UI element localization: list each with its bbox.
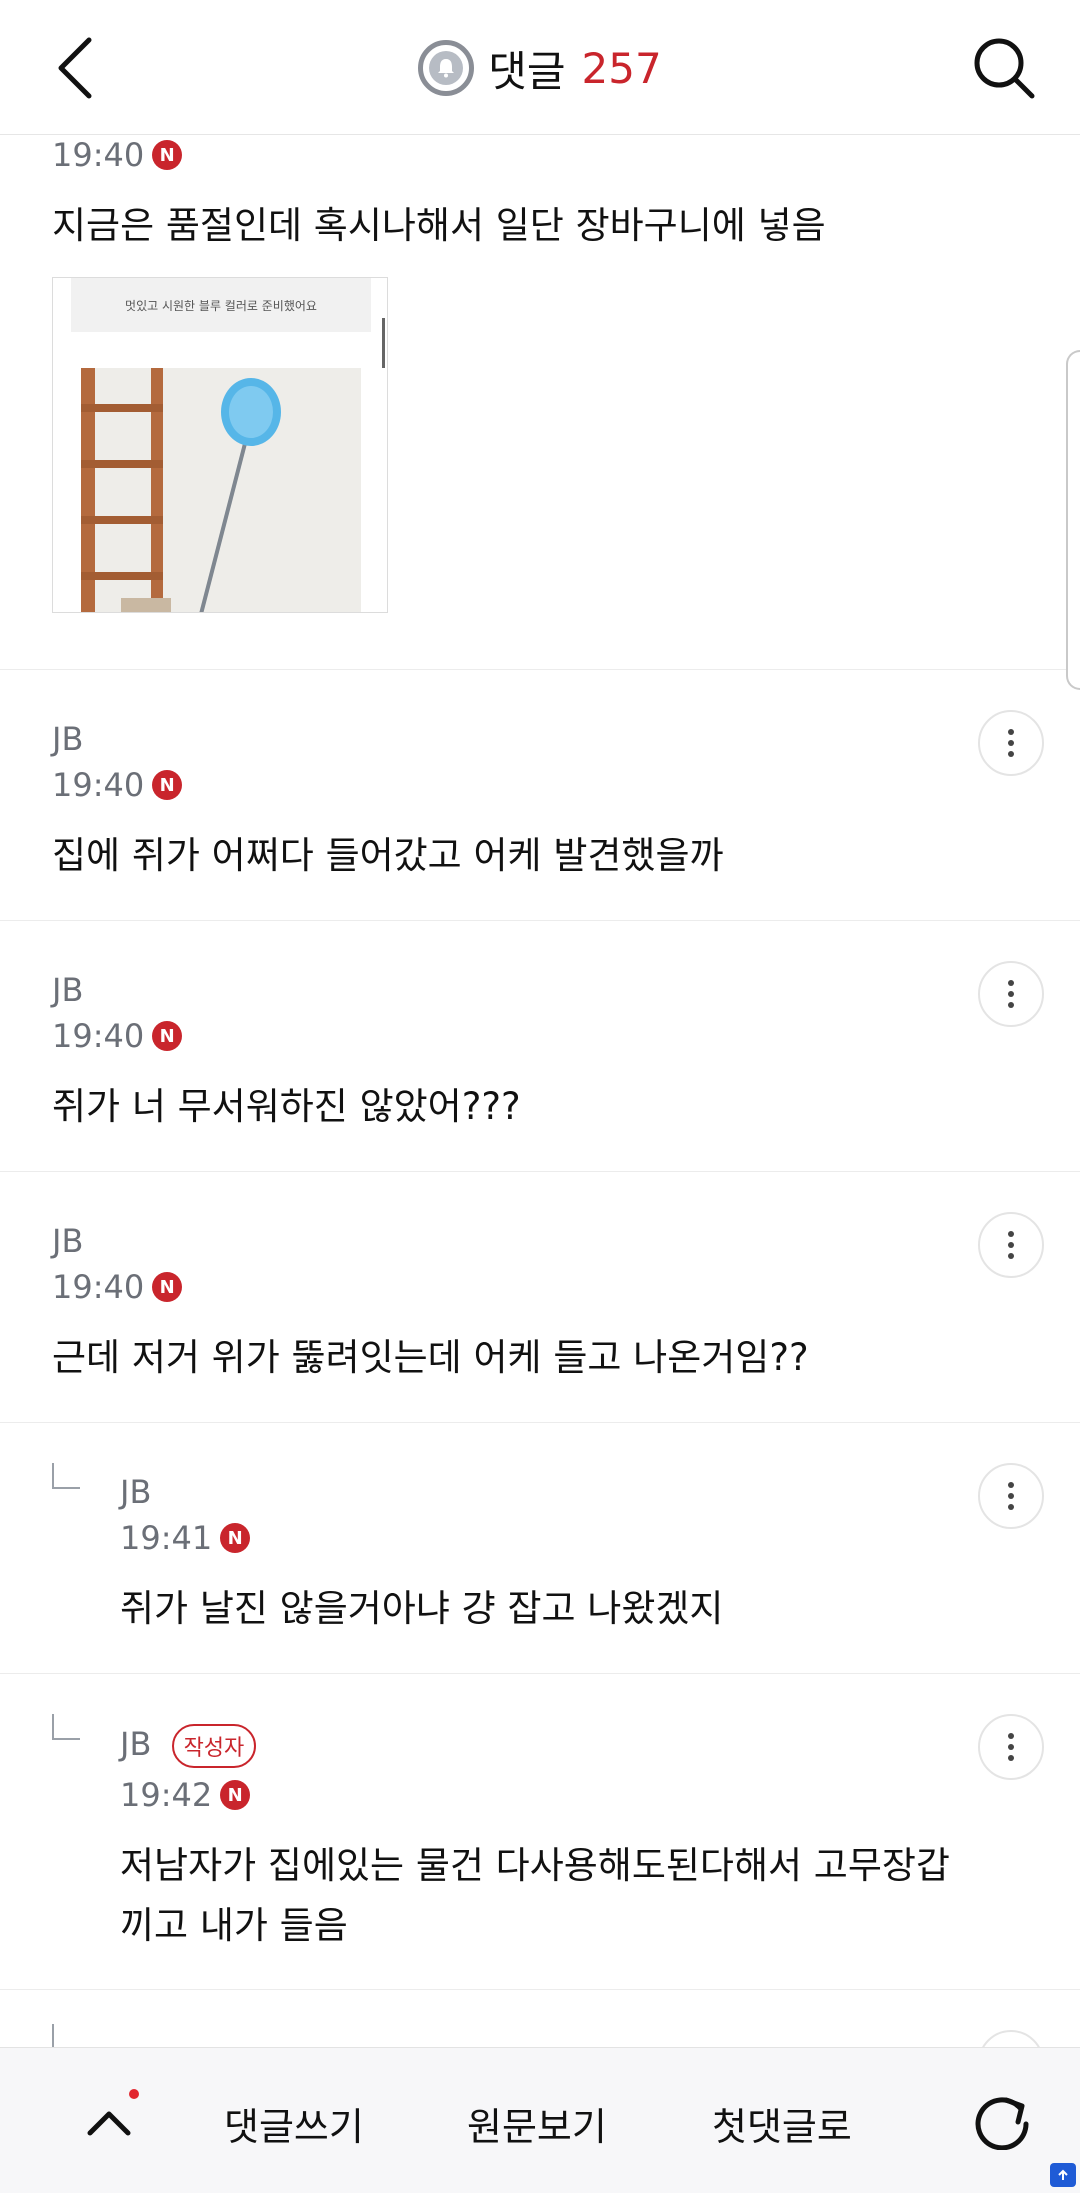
dot-icon <box>1008 1744 1014 1750</box>
notification-dot <box>129 2089 139 2099</box>
comment-meta: 19:40 N <box>52 1017 183 1055</box>
comment-author: JB <box>120 1725 152 1763</box>
top-app-bar: 댓글 257 <box>0 0 1080 135</box>
image-caption: 멋있고 시원한 블루 컬러로 준비했어요 <box>71 278 371 332</box>
comment-item: JB 19:40 N 근데 저거 위가 뚫려잇는데 어케 들고 나온거임?? <box>0 1172 1080 1423</box>
comment-author: JB <box>120 1473 152 1511</box>
comment-text: 근데 저거 위가 뚫려잇는데 어케 들고 나온거임?? <box>52 1336 809 1379</box>
dot-icon <box>1008 1733 1014 1739</box>
more-options-button[interactable] <box>978 1714 1044 1780</box>
comment-meta: 19:42 N <box>120 1776 251 1814</box>
dot-icon <box>1008 740 1014 746</box>
comment-text: 쥐가 너 무서워하진 않았어??? <box>52 1085 521 1128</box>
comment-author: JB <box>52 720 84 758</box>
comment-time: 19:40 <box>52 1017 145 1055</box>
new-badge: N <box>152 1272 183 1302</box>
comment-item: JB 19:40 N 집에 쥐가 어쩌다 들어갔고 어케 발견했을까 <box>0 670 1080 921</box>
product-photo <box>81 368 361 612</box>
first-comment-button[interactable]: 첫댓글로 <box>712 2096 852 2151</box>
dot-icon <box>1008 980 1014 986</box>
comment-text-line: 끼고 내가 들음 <box>120 1904 348 1947</box>
reply-item: JB 작성자 19:42 N 저남자가 집에있는 물건 다사용해도된다해서 고무… <box>0 1674 1080 1990</box>
dot-icon <box>1008 1002 1014 1008</box>
bottom-action-bar: 댓글쓰기 원문보기 첫댓글로 <box>0 2047 1080 2193</box>
comment-text: 쥐가 날진 않을거아냐 걍 잡고 나왔겠지 <box>120 1587 724 1630</box>
new-badge: N <box>152 1021 183 1051</box>
comment-image[interactable]: 멋있고 시원한 블루 컬러로 준비했어요 <box>52 277 388 613</box>
more-options-button[interactable] <box>978 1463 1044 1529</box>
new-badge: N <box>220 1523 251 1553</box>
dot-icon <box>1008 1482 1014 1488</box>
dot-icon <box>1008 1493 1014 1499</box>
reply-indicator-icon <box>52 2024 54 2047</box>
refresh-button[interactable] <box>966 2084 1038 2156</box>
comment-text: 집에 쥐가 어쩌다 들어갔고 어케 발견했을까 <box>52 834 724 877</box>
author-badge: 작성자 <box>171 1724 257 1768</box>
dot-icon <box>1008 1231 1014 1237</box>
search-button[interactable] <box>966 30 1042 106</box>
share-icon[interactable] <box>1050 2163 1076 2187</box>
comment-author: JB <box>52 1222 84 1260</box>
comment-meta: 19:40 N <box>52 766 183 804</box>
bell-icon[interactable] <box>418 40 475 96</box>
dot-icon <box>1008 751 1014 757</box>
image-scrollbar <box>382 318 385 368</box>
new-badge: N <box>152 770 183 800</box>
dot-icon <box>1008 991 1014 997</box>
comment-text-line: 저남자가 집에있는 물건 다사용해도된다해서 고무장갑 <box>120 1844 950 1887</box>
comment-item: JB 19:40 N 쥐가 너 무서워하진 않았어??? <box>0 921 1080 1172</box>
comment-time: 19:42 <box>120 1776 213 1814</box>
comment-text: 저남자가 집에있는 물건 다사용해도된다해서 고무장갑 끼고 내가 들음 <box>120 1836 950 1956</box>
dot-icon <box>1008 729 1014 735</box>
view-original-button[interactable]: 원문보기 <box>467 2096 607 2151</box>
comment-text: 지금은 품절인데 혹시나해서 일단 장바구니에 넣음 <box>52 204 826 247</box>
comment-time: 19:40 <box>52 766 145 804</box>
comment-time: 19:40 <box>52 136 145 174</box>
comment-time: 19:40 <box>52 1268 145 1306</box>
comment-time: 19:41 <box>120 1519 213 1557</box>
dot-icon <box>1008 1755 1014 1761</box>
more-options-button[interactable] <box>978 710 1044 776</box>
comment-meta: 19:40 N <box>52 136 183 174</box>
dot-icon <box>1008 1253 1014 1259</box>
comment-item-partial <box>0 1990 1080 2096</box>
search-icon <box>974 38 1035 99</box>
comment-author-row: JB 작성자 <box>120 1724 257 1768</box>
reply-indicator-icon <box>52 1463 80 1489</box>
dot-icon <box>1008 1504 1014 1510</box>
new-badge: N <box>220 1780 251 1810</box>
dot-icon <box>1008 1242 1014 1248</box>
reply-indicator-icon <box>52 1714 80 1740</box>
chevron-up-icon <box>87 2111 131 2136</box>
write-comment-button[interactable]: 댓글쓰기 <box>224 2096 364 2151</box>
comment-meta: 19:40 N <box>52 1268 183 1306</box>
reply-item: JB 19:41 N 쥐가 날진 않을거아냐 걍 잡고 나왔겠지 <box>0 1423 1080 1674</box>
new-badge: N <box>152 140 183 170</box>
comment-author: JB <box>52 971 84 1009</box>
comment-title: 댓글 257 <box>0 36 1080 100</box>
comment-item: 19:40 N 지금은 품절인데 혹시나해서 일단 장바구니에 넣음 멋있고 시… <box>0 136 1080 670</box>
comment-meta: 19:41 N <box>120 1519 251 1557</box>
more-options-button[interactable] <box>978 961 1044 1027</box>
scroll-handle[interactable] <box>1066 350 1080 690</box>
refresh-icon <box>975 2097 1029 2150</box>
page-title: 댓글 <box>488 46 566 96</box>
comment-count: 257 <box>581 43 662 93</box>
more-options-button[interactable] <box>978 1212 1044 1278</box>
